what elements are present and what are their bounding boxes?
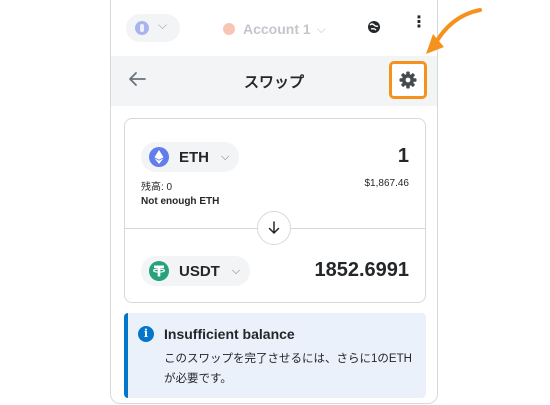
insufficient-balance-alert: i Insufficient balance このスワップを完了させるには、さら… — [124, 313, 426, 398]
from-amount-input[interactable]: 1 — [398, 145, 409, 168]
to-amount: 1852.6991 — [314, 259, 409, 281]
chevron-down-icon: ⌵ — [221, 150, 230, 163]
swap-card: ETH ⌵ 1 残高: 0 $1,867.46 Not enough ETH U… — [124, 118, 426, 303]
alert-title: Insufficient balance — [164, 326, 295, 342]
top-bar: ⌵ Account 1 ⌵ ⋮ — [111, 0, 437, 56]
to-token-symbol: USDT — [179, 262, 220, 280]
alert-message: このスワップを完了させるには、さらに1のETHが必要です。 — [164, 353, 412, 385]
wallet-window: ⌵ Account 1 ⌵ ⋮ スワップ ETH ⌵ 1 残高: 0 $1,86… — [110, 0, 438, 404]
ethereum-network-icon — [135, 21, 149, 35]
chevron-down-icon: ⌵ — [158, 18, 168, 32]
account-name: Account 1 — [243, 21, 311, 37]
connected-sites-icon[interactable] — [367, 20, 381, 34]
from-token-selector[interactable]: ETH ⌵ — [141, 142, 240, 172]
gear-icon — [399, 71, 417, 89]
account-selector[interactable]: Account 1 ⌵ — [223, 18, 326, 40]
info-icon: i — [138, 326, 154, 342]
account-avatar — [223, 23, 235, 35]
swap-direction-button[interactable] — [257, 211, 291, 245]
eth-token-icon — [149, 147, 169, 167]
chevron-down-icon: ⌵ — [316, 21, 326, 36]
chevron-down-icon: ⌵ — [231, 264, 241, 277]
from-balance: 残高: 0 — [141, 182, 173, 193]
to-token-selector[interactable]: USDT ⌵ — [141, 256, 251, 286]
usdt-token-icon — [149, 261, 169, 281]
from-token-symbol: ETH — [179, 148, 209, 166]
settings-button[interactable] — [389, 61, 427, 99]
from-fiat-value: $1,867.46 — [364, 178, 410, 189]
not-enough-warning: Not enough ETH — [141, 196, 220, 207]
callout-arrow — [426, 8, 482, 54]
network-selector[interactable]: ⌵ — [126, 14, 180, 42]
arrow-down-icon — [268, 221, 280, 234]
swap-header: スワップ — [111, 56, 437, 106]
